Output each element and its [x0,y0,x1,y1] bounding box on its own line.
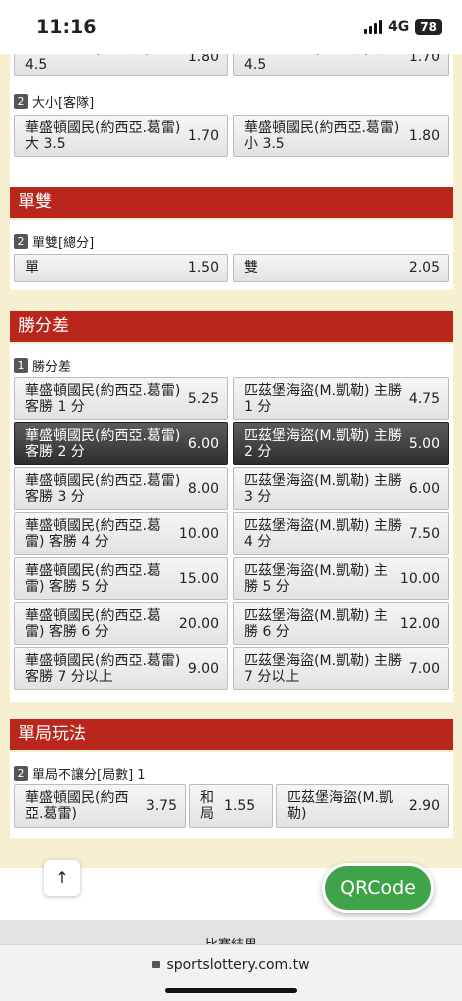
odds-value: 20.00 [178,615,219,632]
odds-cell[interactable]: 匹茲堡海盜(M.凱勒) 主勝 7 分以上 7.00 [233,647,449,690]
market-label: 大小[客隊] [32,95,95,111]
odds-cell[interactable]: 華盛頓國民(約西亞.葛雷) 客勝 4 分 10.00 [14,512,228,555]
odds-label: 華盛頓國民(約西亞.葛雷) 客勝 4 分 [25,517,161,550]
odds-value: 1.80 [408,128,440,144]
odds-label: 雙 [244,260,258,276]
odds-value: 7.50 [408,525,440,542]
url-text: sportslottery.com.tw [166,957,310,973]
odds-value: 12.00 [399,615,440,632]
market-index-badge: 1 [14,357,28,373]
odds-label: 單 [25,260,39,276]
odds-label: 華盛頓國民(約西亞.葛雷) 客勝 6 分 [25,607,161,640]
results-strip: 比賽結果 [0,920,462,946]
odds-cell[interactable]: 匹茲堡海盜(M.凱勒) 2.90 [276,784,449,828]
odds-value: 1.50 [187,260,219,276]
market-label: 單局不讓分[局數] 1 [32,767,146,783]
market-index-badge: 2 [14,233,28,249]
odds-label: 華盛頓國民(約西亞.葛雷) 客勝 5 分 [25,562,161,595]
signal-icon [364,20,383,34]
odds-value: 6.00 [187,435,219,452]
odds-value: 7.00 [408,660,440,677]
lock-icon [152,961,161,968]
odds-cell[interactable]: 華盛頓國民(約西亞.葛雷) 客勝 1 分 5.25 [14,377,228,420]
odds-value: 10.00 [399,570,440,587]
status-time: 11:16 [36,16,97,38]
odds-value: 3.75 [145,798,177,814]
odds-cell-selected[interactable]: 匹茲堡海盜(M.凱勒) 主勝 2 分 5.00 [233,422,449,465]
odds-value: 1.70 [187,128,219,144]
odds-label: 華盛頓國民(約西亞.葛雷) 客勝 2 分 [25,427,181,460]
odds-cell[interactable]: 匹茲堡海盜(M.凱勒) 主勝 4 分 7.50 [233,512,449,555]
odds-value: 15.00 [178,570,219,587]
home-indicator [165,988,297,993]
odds-label: 華盛頓國民(約西亞.葛雷) 客勝 3 分 [25,472,181,505]
market-index-badge: 2 [14,765,28,781]
odds-label: 和局 [200,790,214,822]
odds-cell[interactable]: 匹茲堡海盜(M.凱勒) 主勝 6 分 12.00 [233,602,449,645]
odds-value: 9.00 [187,660,219,677]
odds-label: 華盛頓國民(約西亞.葛雷) 大 3.5 [25,120,181,152]
odds-cell[interactable]: 匹茲堡海盜(M.凱勒) 主勝 1 分 4.75 [233,377,449,420]
odds-label: 華盛頓國民(約西亞.葛雷) 客勝 1 分 [25,382,181,415]
odds-cell[interactable]: 匹茲堡海盜(M.凱勒) 主勝 3 分 6.00 [233,467,449,510]
odds-cell[interactable]: 華盛頓國民(約西亞.葛雷) 3.75 [14,784,186,828]
status-indicators: 4G 78 [364,19,442,35]
market-subheader: 2 單局不讓分[局數] 1 [14,764,146,783]
odds-label: 華盛頓國民(約西亞.葛雷) [25,790,129,822]
scroll-top-icon[interactable]: ↑ [44,860,80,896]
odds-cell[interactable]: 單 1.50 [14,254,228,282]
odds-cell[interactable]: 華盛頓國民(約西亞.葛雷) 客勝 7 分以上 9.00 [14,647,228,690]
market-subheader: 2 大小[客隊] [14,92,95,111]
odds-cell[interactable]: 華盛頓國民(約西亞.葛雷) 客勝 3 分 8.00 [14,467,228,510]
status-bar: 11:16 4G 78 [0,0,462,54]
battery-icon: 78 [415,19,442,35]
odds-cell[interactable]: 華盛頓國民(約西亞.葛雷) 大 3.5 1.70 [14,115,228,157]
odds-cell-selected[interactable]: 華盛頓國民(約西亞.葛雷) 客勝 2 分 6.00 [14,422,228,465]
odds-value: 6.00 [408,480,440,497]
odds-label: 匹茲堡海盜(M.凱勒) 主勝 3 分 [244,472,402,505]
odds-value: 2.90 [408,798,440,814]
market-label: 單雙[總分] [32,235,95,251]
odds-label: 匹茲堡海盜(M.凱勒) [287,790,393,822]
url-display[interactable]: sportslottery.com.tw [0,957,462,973]
section-header-odd-even[interactable]: 單雙 [10,187,453,218]
odds-label: 匹茲堡海盜(M.凱勒) 主勝 1 分 [244,382,402,415]
market-index-badge: 2 [14,93,28,109]
qrcode-button[interactable]: QRCode [322,863,434,913]
network-type: 4G [388,19,410,35]
odds-cell[interactable]: 雙 2.05 [233,254,449,282]
odds-cell[interactable]: 和局 1.55 [189,784,273,828]
odds-value: 2.05 [408,260,440,276]
section-header-margin[interactable]: 勝分差 [10,311,453,342]
section-header-innings[interactable]: 單局玩法 [10,719,453,750]
browser-address-bar[interactable]: sportslottery.com.tw [0,944,462,1001]
odds-label: 匹茲堡海盜(M.凱勒) 主勝 4 分 [244,517,402,550]
odds-label: 華盛頓國民(約西亞.葛雷) 客勝 7 分以上 [25,652,181,685]
odds-cell[interactable]: 華盛頓國民(約西亞.葛雷) 客勝 6 分 20.00 [14,602,228,645]
odds-value: 4.75 [408,390,440,407]
market-subheader: 2 單雙[總分] [14,232,95,251]
odds-cell[interactable]: 匹茲堡海盜(M.凱勒) 主勝 5 分 10.00 [233,557,449,600]
market-label: 勝分差 [32,359,72,375]
odds-value: 10.00 [178,525,219,542]
odds-label: 匹茲堡海盜(M.凱勒) 主勝 5 分 [244,562,388,595]
odds-value: 1.55 [224,798,256,814]
odds-cell[interactable]: 華盛頓國民(約西亞.葛雷) 小 3.5 1.80 [233,115,449,157]
odds-cell[interactable]: 華盛頓國民(約西亞.葛雷) 客勝 5 分 15.00 [14,557,228,600]
odds-value: 5.00 [408,435,440,452]
odds-label: 匹茲堡海盜(M.凱勒) 主勝 2 分 [244,427,402,460]
market-subheader: 1 勝分差 [14,356,72,375]
odds-value: 5.25 [187,390,219,407]
odds-label: 華盛頓國民(約西亞.葛雷) 小 3.5 [244,120,400,152]
betting-content: 匹茲堡海盜(M.凱勒) 大 4.5 1.80 匹茲堡海盜(M.凱勒) 小 4.5… [0,40,462,870]
odds-label: 匹茲堡海盜(M.凱勒) 主勝 7 分以上 [244,652,402,685]
odds-value: 8.00 [187,480,219,497]
odds-label: 匹茲堡海盜(M.凱勒) 主勝 6 分 [244,607,388,640]
